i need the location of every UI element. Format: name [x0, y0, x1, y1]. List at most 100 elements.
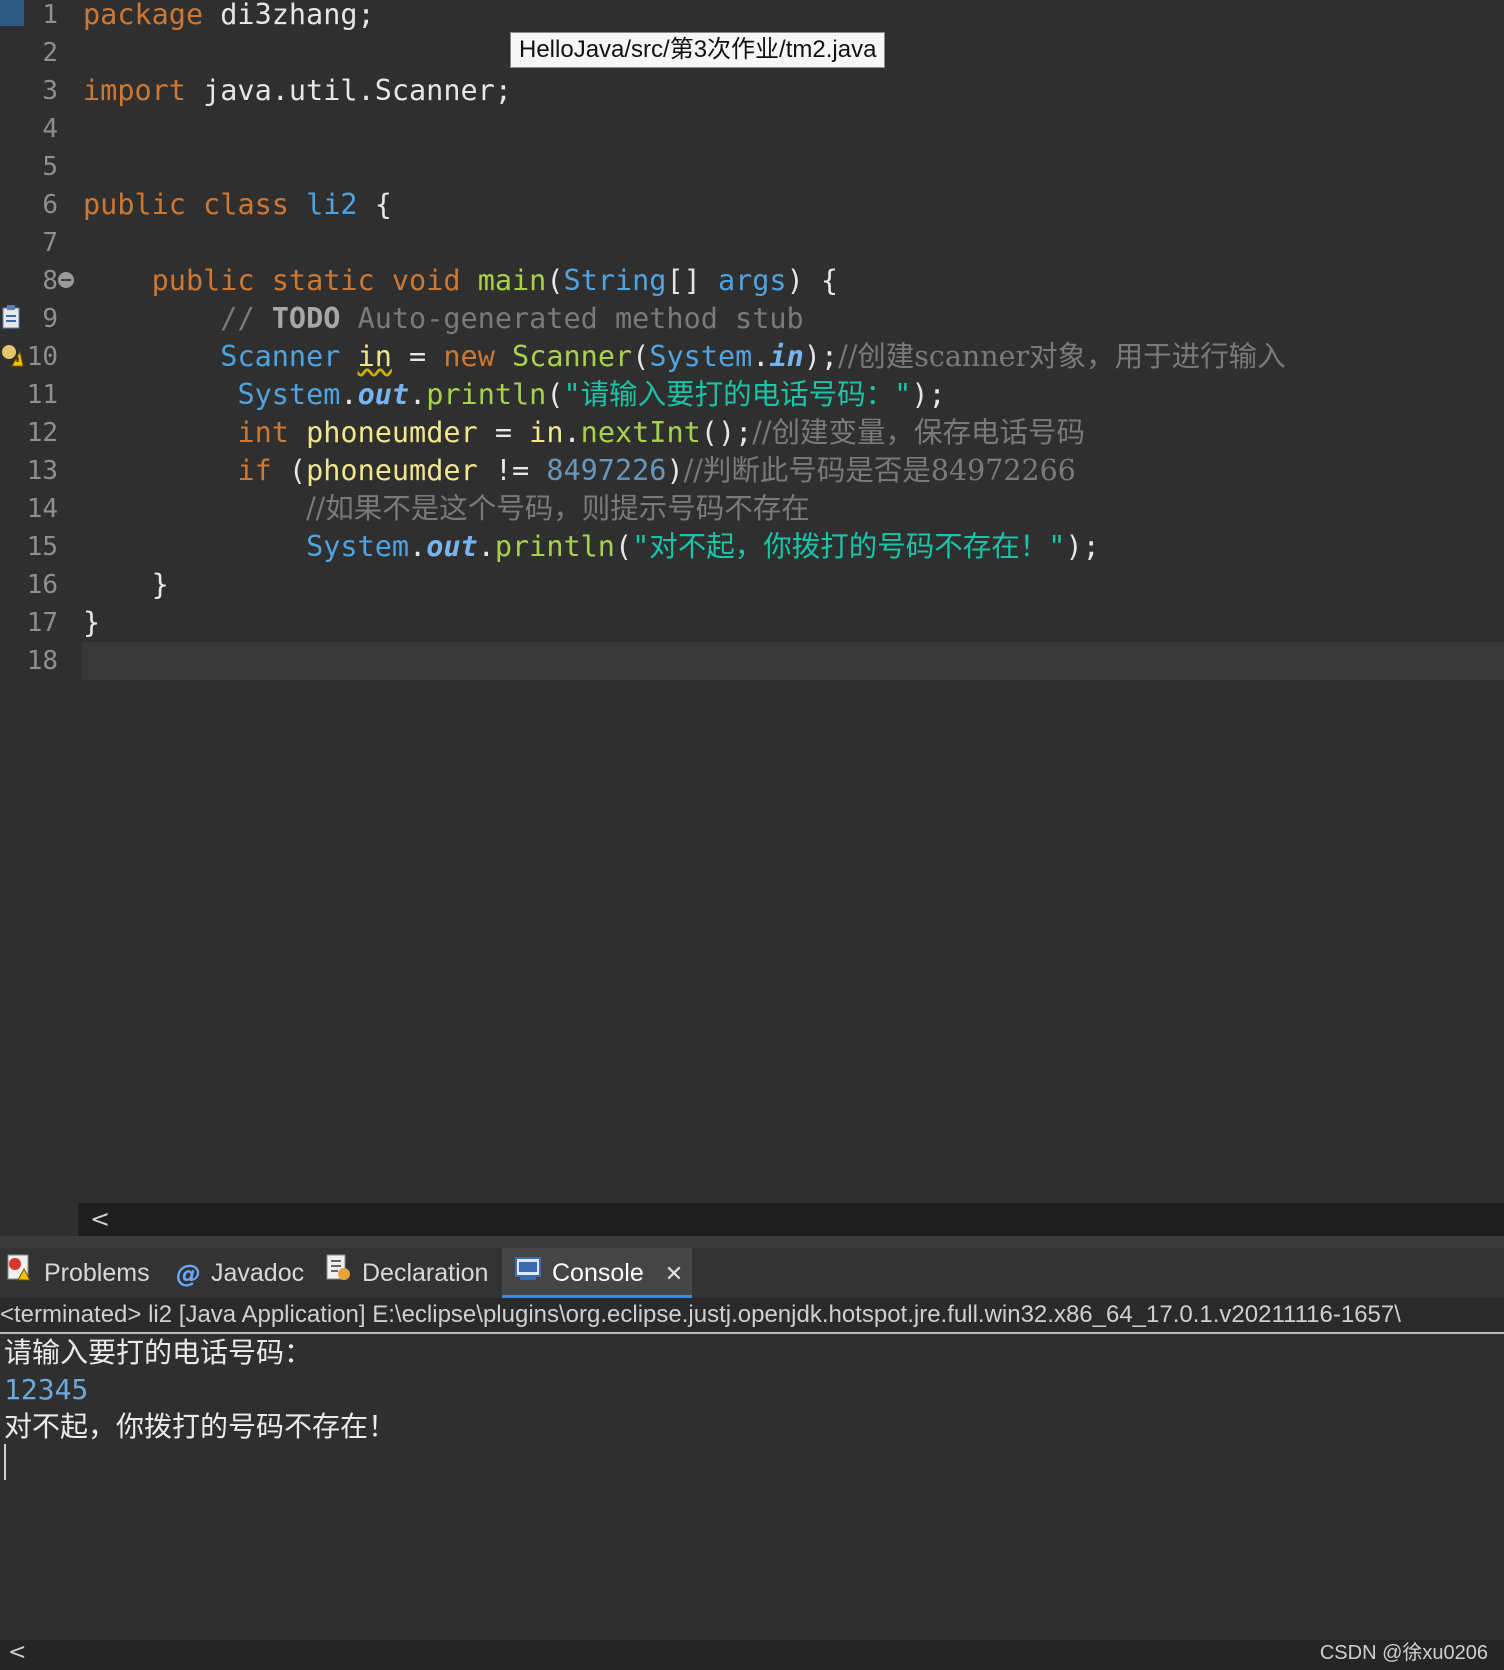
code-text: di3zhang; — [203, 0, 375, 31]
code-text: . — [752, 340, 770, 373]
comment: // — [220, 302, 272, 335]
current-line-highlight — [82, 642, 1504, 680]
code-line-6[interactable]: public class li2 { — [83, 186, 392, 224]
line-number: 16 — [26, 570, 58, 600]
static-field: out — [426, 530, 478, 563]
tab-javadoc[interactable]: @ Javadoc — [176, 1248, 306, 1298]
code-line-3[interactable]: import java.util.Scanner; — [83, 72, 512, 110]
tab-problems[interactable]: Problems — [4, 1248, 154, 1298]
variable-name: phoneumder — [306, 416, 478, 449]
console-horizontal-scrollbar[interactable]: < — [0, 1640, 1504, 1670]
code-text: . — [563, 416, 581, 449]
line-number: 8 — [42, 266, 58, 296]
fold-collapse-icon[interactable] — [58, 272, 74, 288]
keyword: void — [391, 264, 461, 297]
code-text: ( — [614, 530, 633, 563]
code-editor[interactable]: 1 2 3 4 5 6 7 8 9 10 11 12 13 14 15 16 1… — [0, 0, 1504, 1200]
code-text: { — [357, 188, 392, 221]
code-line-1[interactable]: package di3zhang; — [83, 0, 375, 34]
class-name: li2 — [306, 188, 358, 221]
code-line-10[interactable]: Scanner in = new Scanner(System.in);//创建… — [83, 338, 1285, 376]
code-line-13[interactable]: if (phoneumder != 8497226)//判断此号码是否是8497… — [83, 452, 1076, 490]
keyword: if — [237, 454, 272, 487]
code-text: java.util.Scanner; — [185, 74, 512, 107]
line-number: 3 — [42, 76, 58, 106]
declaration-icon — [322, 1249, 352, 1299]
code-text: ) { — [786, 264, 839, 297]
console-line: 请输入要打的电话号码： — [4, 1336, 313, 1369]
parameter-name: args — [717, 264, 787, 297]
warning-icon[interactable] — [0, 342, 24, 368]
code-text: . — [409, 530, 427, 563]
line-number: 15 — [26, 532, 58, 562]
variable-name: phoneumder — [306, 454, 478, 487]
type-name: System — [649, 340, 753, 373]
code-text: ( — [271, 454, 307, 487]
line-number: 17 — [26, 608, 58, 638]
editor-horizontal-scrollbar[interactable]: < — [78, 1203, 1504, 1236]
tab-console[interactable]: Console ✕ — [502, 1248, 692, 1298]
tab-declaration[interactable]: Declaration — [322, 1248, 498, 1298]
task-icon[interactable] — [0, 304, 24, 330]
keyword: new — [443, 340, 495, 373]
at-icon: @ — [176, 1259, 201, 1289]
code-line-12[interactable]: int phoneumder = in.nextInt();//创建变量，保存电… — [83, 414, 1085, 452]
keyword: package — [83, 0, 204, 31]
scroll-left-icon[interactable]: < — [90, 1205, 110, 1233]
panel-tab-bar: Problems @ Javadoc Declaration Console ✕ — [0, 1248, 1504, 1298]
line-number: 18 — [26, 646, 58, 676]
comment: //如果不是这个号码，则提示号码不存在 — [306, 492, 810, 525]
code-text: ); — [911, 378, 946, 411]
code-text: } — [151, 568, 169, 601]
code-text: ); — [803, 340, 839, 373]
console-line: 对不起，你拨打的号码不存在！ — [4, 1410, 397, 1443]
tab-label: Javadoc — [211, 1259, 305, 1287]
method-name: nextInt — [580, 416, 701, 449]
keyword: import — [83, 74, 186, 107]
code-line-14[interactable]: //如果不是这个号码，则提示号码不存在 — [83, 490, 810, 528]
code-line-11[interactable]: System.out.println("请输入要打的电话号码："); — [83, 376, 946, 414]
code-line-17[interactable]: } — [83, 604, 100, 642]
code-text: = — [391, 340, 444, 373]
code-line-16[interactable]: } — [83, 566, 169, 604]
todo-tag: TODO — [271, 302, 341, 335]
comment: Auto-generated method stub — [340, 302, 804, 335]
static-field: in — [769, 340, 804, 373]
code-line-8[interactable]: public static void main(String[] args) { — [83, 262, 838, 300]
constructor-name: Scanner — [512, 340, 633, 373]
scroll-left-icon[interactable]: < — [8, 1640, 26, 1665]
comment: //判断此号码是否是84972266 — [683, 454, 1076, 487]
tab-label: Declaration — [362, 1259, 489, 1287]
code-text: . — [340, 378, 358, 411]
watermark: CSDN @徐xu0206 — [1319, 1642, 1488, 1664]
code-text: . — [477, 530, 495, 563]
line-number: 11 — [26, 380, 58, 410]
code-text: [] — [666, 264, 718, 297]
code-text: (); — [700, 416, 753, 449]
line-number-gutter: 1 2 3 4 5 6 7 8 9 10 11 12 13 14 15 16 1… — [0, 0, 80, 1200]
code-text: ( — [546, 264, 564, 297]
code-text: ) — [666, 454, 684, 487]
console-output[interactable]: 请输入要打的电话号码： 12345 对不起，你拨打的号码不存在！ — [0, 1334, 1504, 1640]
comment: //创建变量，保存电话号码 — [752, 416, 1085, 449]
code-line-15[interactable]: System.out.println("对不起，你拨打的号码不存在！"); — [83, 528, 1100, 566]
type-name: System — [306, 530, 410, 563]
type-name: Scanner — [220, 340, 341, 373]
code-text: ( — [632, 340, 650, 373]
console-user-input: 12345 — [4, 1373, 89, 1406]
code-text: != — [477, 454, 547, 487]
method-name: println — [426, 378, 547, 411]
string-literal: "对不起，你拨打的号码不存在！" — [632, 530, 1066, 563]
tab-label: Problems — [44, 1259, 150, 1287]
keyword: int — [237, 416, 289, 449]
file-path-tooltip: HelloJava/src/第3次作业/tm2.java — [510, 32, 886, 68]
keyword: public — [151, 264, 255, 297]
panel-divider[interactable] — [0, 1236, 1504, 1248]
static-field: out — [357, 378, 410, 411]
code-line-9[interactable]: // TODO Auto-generated method stub — [83, 300, 804, 338]
line-number: 14 — [26, 494, 58, 524]
number-literal: 8497226 — [546, 454, 667, 487]
close-icon[interactable]: ✕ — [665, 1262, 683, 1287]
quick-diff-marker[interactable] — [0, 0, 24, 26]
line-number: 2 — [42, 38, 58, 68]
